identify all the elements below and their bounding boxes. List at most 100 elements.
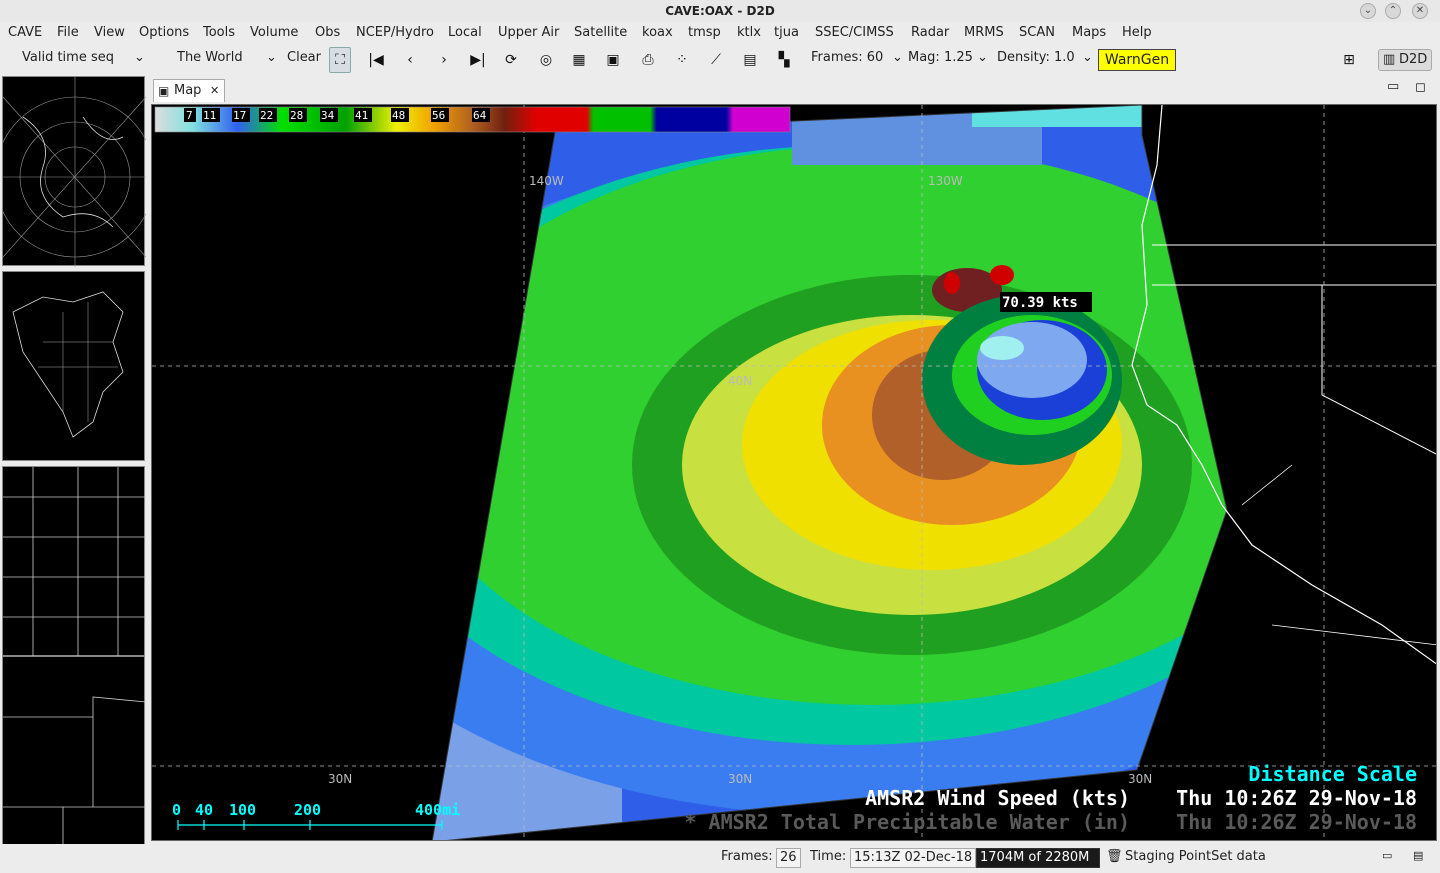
maximize-icon[interactable]: ⌃ <box>1385 3 1401 19</box>
lon-label-140w: 140W <box>529 174 564 188</box>
density-chevron-down-icon[interactable]: ⌄ <box>1082 50 1093 65</box>
trash-icon[interactable]: 🗑 <box>1106 849 1123 864</box>
frames-dropdown[interactable]: Frames: 60 <box>811 50 883 65</box>
step-back-icon[interactable]: ‹ <box>399 50 421 70</box>
frames-status-label: Frames: <box>721 849 773 864</box>
clear-button[interactable]: Clear <box>287 50 321 65</box>
jobs-icon[interactable]: ▤ <box>1413 849 1423 862</box>
scale-dropdown[interactable]: The World <box>177 50 243 65</box>
north-america-map-thumbnail <box>12 291 124 438</box>
memory-usage-bar[interactable]: 1704M of 2280M <box>976 848 1100 868</box>
distance-scale: 0 40 100 200 400mi <box>172 801 460 830</box>
close-icon[interactable]: ✕ <box>1412 3 1428 19</box>
minimize-view-icon[interactable]: ▭ <box>1387 79 1399 94</box>
menu-obs[interactable]: Obs <box>315 25 340 40</box>
print-icon[interactable]: ⎙ <box>637 50 659 70</box>
menu-local[interactable]: Local <box>448 25 482 40</box>
legend-wind-speed-time[interactable]: Thu 10:26Z 29-Nov-18 <box>1176 786 1417 810</box>
scale-tick-100: 100 <box>229 801 256 819</box>
scale-tick-200: 200 <box>294 801 321 819</box>
sample-readout: 70.39 kts <box>1002 295 1078 311</box>
menu-koax[interactable]: koax <box>642 25 673 40</box>
legend-wind-speed-name[interactable]: AMSR2 Wind Speed (kts) <box>865 786 1130 810</box>
frames-chevron-down-icon[interactable]: ⌄ <box>892 50 903 65</box>
lat-label-30n-center: 30N <box>728 772 752 786</box>
warngen-button[interactable]: WarnGen <box>1098 49 1176 71</box>
menu-volume[interactable]: Volume <box>250 25 298 40</box>
multi-panel-icon[interactable]: ▚ <box>773 50 795 70</box>
menu-cave[interactable]: CAVE <box>8 25 42 40</box>
thumbnail-panes <box>0 76 156 847</box>
lat-label-30n-east: 30N <box>1128 772 1152 786</box>
pan-mode-button[interactable]: ⛶ <box>329 47 351 73</box>
menu-maps[interactable]: Maps <box>1072 25 1106 40</box>
refresh-icon[interactable]: ◎ <box>535 50 557 70</box>
line-tool-icon[interactable]: ⟋ <box>705 50 727 70</box>
image-properties-icon[interactable]: ▣ <box>602 50 624 70</box>
menu-view[interactable]: View <box>94 25 125 40</box>
scale-chevron-down-icon[interactable]: ⌄ <box>266 50 277 65</box>
maximize-view-icon[interactable]: ◻ <box>1415 80 1426 95</box>
density-dropdown[interactable]: Density: 1.0 <box>997 50 1075 65</box>
thumbnail-nebraska[interactable] <box>2 656 147 847</box>
colorbar-label-64: 64 <box>473 109 487 122</box>
open-perspective-icon[interactable]: ⊞ <box>1338 50 1360 70</box>
polar-map-thumbnail <box>0 77 156 267</box>
menu-bar: CAVE File View Options Tools Volume Obs … <box>0 22 1440 44</box>
colorbar-label-7: 7 <box>186 109 193 122</box>
map-canvas[interactable]: 140W 130W 40N 30N 30N 30N 7 11 17 22 28 … <box>152 105 1437 841</box>
mag-chevron-down-icon[interactable]: ⌄ <box>977 50 988 65</box>
lat-label-30n-west: 30N <box>328 772 352 786</box>
time-mode-chevron-down-icon[interactable]: ⌄ <box>134 50 145 65</box>
menu-help[interactable]: Help <box>1122 25 1152 40</box>
menu-ssec-cimss[interactable]: SSEC/CIMSS <box>815 25 894 40</box>
step-forward-icon[interactable]: › <box>433 50 455 70</box>
distance-scale-legend[interactable]: Distance Scale <box>1248 762 1417 786</box>
menu-tmsp[interactable]: tmsp <box>688 25 721 40</box>
amsr2-wind-field <box>432 105 1227 840</box>
menu-upper-air[interactable]: Upper Air <box>498 25 559 40</box>
menu-scan[interactable]: SCAN <box>1019 25 1055 40</box>
menu-tools[interactable]: Tools <box>203 25 235 40</box>
menu-ncep-hydro[interactable]: NCEP/Hydro <box>356 25 434 40</box>
mag-dropdown[interactable]: Mag: 1.25 <box>908 50 973 65</box>
tab-map[interactable]: ▣ Map ✕ <box>153 79 225 102</box>
d2d-perspective-button[interactable]: ▥ D2D <box>1378 49 1432 71</box>
d2d-icon: ▥ <box>1383 52 1396 67</box>
loop-icon[interactable]: ⟳ <box>500 50 522 70</box>
first-frame-icon[interactable]: |◀ <box>365 50 387 70</box>
scale-tick-0: 0 <box>172 801 181 819</box>
legend-tpw-name[interactable]: * AMSR2 Total Precipitable Water (in) <box>684 810 1130 834</box>
sample-points-icon[interactable]: ⁘ <box>671 50 693 70</box>
panel-layout-icon[interactable]: ▤ <box>739 50 761 70</box>
thumbnail-north-america[interactable] <box>2 271 145 461</box>
menu-options[interactable]: Options <box>139 25 189 40</box>
editor-tab-bar: ▣ Map ✕ ▭ ◻ <box>151 79 1437 103</box>
colorbar-label-11: 11 <box>203 109 216 122</box>
menu-tjua[interactable]: tjua <box>774 25 799 40</box>
close-tab-icon[interactable]: ✕ <box>210 80 219 102</box>
menu-mrms[interactable]: MRMS <box>964 25 1004 40</box>
central-us-map-thumbnail <box>3 467 146 657</box>
country-border <box>1241 464 1436 646</box>
menu-satellite[interactable]: Satellite <box>574 25 627 40</box>
lat-label-40n: 40N <box>728 374 752 388</box>
menu-radar[interactable]: Radar <box>911 25 949 40</box>
color-map-icon[interactable]: ▦ <box>568 50 590 70</box>
legend-tpw-time[interactable]: Thu 10:26Z 29-Nov-18 <box>1176 810 1417 834</box>
last-frame-icon[interactable]: ▶| <box>467 50 489 70</box>
scale-tick-40: 40 <box>195 801 213 819</box>
minimize-icon[interactable]: ⌄ <box>1360 3 1376 19</box>
colorbar-label-48: 48 <box>392 109 405 122</box>
map-tab-icon: ▣ <box>158 84 170 98</box>
menu-ktlx[interactable]: ktlx <box>737 25 761 40</box>
colorbar-label-17: 17 <box>233 109 246 122</box>
nebraska-map-thumbnail <box>3 696 147 847</box>
status-message: Staging PointSet data <box>1125 849 1266 864</box>
menu-file[interactable]: File <box>57 25 79 40</box>
map-display[interactable]: 140W 130W 40N 30N 30N 30N 7 11 17 22 28 … <box>151 104 1437 841</box>
thumbnail-central-us[interactable] <box>2 466 146 657</box>
thumbnail-northern-hemisphere[interactable] <box>0 76 156 267</box>
time-mode-dropdown[interactable]: Valid time seq <box>22 50 114 65</box>
tab-map-label: Map <box>174 83 202 98</box>
